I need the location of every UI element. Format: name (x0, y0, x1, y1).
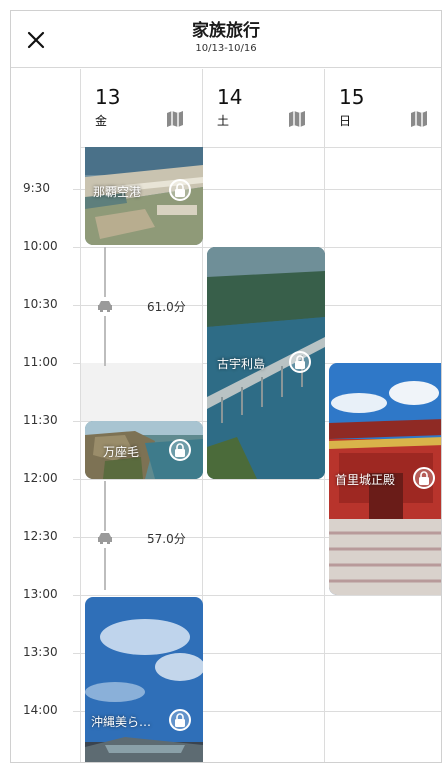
time-label: 12:00 (23, 471, 58, 485)
event-name: 那覇空港 (93, 185, 142, 199)
time-label: 14:00 (23, 703, 58, 717)
title-block: 家族旅行 10/13-10/16 (11, 21, 441, 56)
time-label: 9:30 (23, 181, 50, 195)
day-number: 15 (339, 85, 365, 109)
header: 家族旅行 10/13-10/16 (11, 11, 441, 68)
schedule-grid[interactable]: 13 金 14 土 15 日 9:30 10:00 10:30 11:00 11… (11, 69, 441, 762)
car-icon (98, 301, 112, 312)
time-label: 11:30 (23, 413, 58, 427)
event-naha-airport[interactable]: 那覇空港 (85, 147, 203, 245)
time-label: 10:30 (23, 297, 58, 311)
day-number: 14 (217, 85, 243, 109)
event-name: 沖縄美ら… (91, 715, 152, 729)
transit-line (104, 247, 106, 297)
trip-calendar-screen: 家族旅行 10/13-10/16 13 金 14 土 15 日 9:30 10:… (10, 10, 442, 763)
lock-icon (169, 179, 191, 201)
transit-duration: 57.0分 (147, 532, 186, 546)
day-header-15[interactable]: 15 日 (325, 69, 441, 147)
time-label: 13:00 (23, 587, 58, 601)
free-time-block (81, 363, 202, 421)
event-name: 万座毛 (103, 445, 140, 459)
transit-line (104, 481, 106, 531)
event-shuri-castle[interactable]: 首里城正殿 (329, 363, 441, 595)
time-label: 10:00 (23, 239, 58, 253)
day-header-14[interactable]: 14 土 (203, 69, 325, 147)
date-range: 10/13-10/16 (195, 43, 257, 54)
transit-line (104, 316, 106, 366)
grid-line (73, 595, 441, 596)
event-churaumi[interactable]: 沖縄美ら… (85, 597, 203, 762)
page-title: 家族旅行 (192, 21, 260, 41)
event-name: 古宇利島 (217, 357, 266, 371)
day-number: 13 (95, 85, 121, 109)
event-name: 首里城正殿 (335, 473, 396, 487)
day-header-13[interactable]: 13 金 (81, 69, 203, 147)
car-icon (98, 533, 112, 544)
event-kouri-island[interactable]: 古宇利島 (207, 247, 325, 479)
transit-line (104, 548, 106, 590)
time-label: 13:30 (23, 645, 58, 659)
time-label: 12:30 (23, 529, 58, 543)
map-icon[interactable] (287, 109, 307, 129)
map-icon[interactable] (409, 109, 429, 129)
lock-icon (169, 439, 191, 461)
map-icon[interactable] (165, 109, 185, 129)
time-label: 11:00 (23, 355, 58, 369)
lock-icon (169, 709, 191, 731)
churaumi-photo (85, 597, 203, 762)
day-weekday: 土 (217, 114, 230, 128)
transit-duration: 61.0分 (147, 300, 186, 314)
lock-icon (413, 467, 435, 489)
lock-icon (289, 351, 311, 373)
event-manzamo[interactable]: 万座毛 (85, 421, 203, 479)
day-weekday: 日 (339, 114, 352, 128)
day-weekday: 金 (95, 114, 108, 128)
